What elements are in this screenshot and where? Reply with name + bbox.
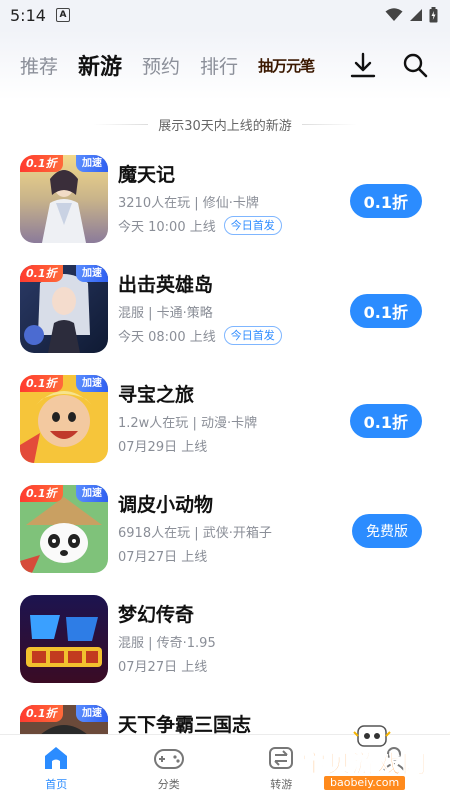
promo-banner[interactable]: 抽万元笔 [258, 54, 327, 76]
game-meta: 混服 | 传奇·1.95 [118, 636, 216, 651]
game-icon[interactable]: 0.1折 加速 [20, 375, 108, 463]
game-icon[interactable]: 0.1折 加速 [20, 155, 108, 243]
promo-text: 抽万元笔 [258, 56, 315, 75]
nav-home-label: 首页 [45, 777, 68, 791]
game-name: 魔天记 [118, 164, 176, 186]
nav-category-label: 分类 [157, 777, 180, 791]
release-date: 07月29日 上线 [118, 440, 208, 455]
release-date: 今天 10:00 上线 [118, 220, 216, 235]
gamepad-icon [153, 748, 184, 769]
game-name: 天下争霸三国志 [118, 714, 252, 736]
nav-profile-label: 我的 [382, 777, 405, 791]
download-icon[interactable] [350, 52, 376, 78]
list-item[interactable]: 梦幻传奇 混服 | 传奇·1.95 07月27日 上线 [0, 588, 450, 688]
discount-button[interactable]: 0.1折 [349, 184, 422, 218]
nav-transfer[interactable]: 转游 [225, 735, 338, 800]
game-icon[interactable]: 0.1折 加速 [20, 485, 108, 573]
speed-tag: 加速 [76, 485, 108, 502]
nav-transfer-label: 转游 [270, 777, 293, 791]
game-icon[interactable] [20, 595, 108, 683]
game-name: 寻宝之旅 [118, 384, 195, 406]
nav-category[interactable]: 分类 [113, 735, 226, 800]
game-art-legend [20, 595, 108, 683]
top-nav: 推荐 新游 预约 排行 抽万元笔 [0, 30, 450, 100]
signal-icon [410, 9, 422, 21]
game-meta: 6918人在玩 | 武侠·开箱子 [118, 526, 272, 541]
status-time: 5:14 [10, 5, 46, 25]
speed-tag: 加速 [76, 265, 108, 282]
game-icon[interactable]: 0.1折 加速 [20, 265, 108, 353]
speed-tag: 加速 [76, 155, 108, 172]
discount-tag: 0.1折 [20, 155, 63, 172]
game-release: 今天 10:00 上线 今日首发 [118, 216, 282, 235]
nav-home[interactable]: 首页 [0, 735, 113, 800]
discount-tag: 0.1折 [20, 705, 63, 722]
discount-tag: 0.1折 [20, 265, 63, 282]
discount-button[interactable]: 0.1折 [349, 404, 422, 438]
notification-icon: A [55, 8, 70, 22]
game-meta: 3210人在玩 | 修仙·卡牌 [118, 196, 259, 211]
first-release-badge: 今日首发 [223, 216, 282, 235]
game-release: 07月29日 上线 [118, 436, 207, 455]
game-meta: 混服 | 卡通·策略 [118, 306, 213, 321]
release-date: 07月27日 上线 [118, 660, 208, 675]
game-release: 07月27日 上线 [118, 546, 207, 565]
wifi-icon [385, 8, 403, 21]
status-bar: 5:14 A [0, 0, 450, 30]
tab-new-games[interactable]: 新游 [78, 49, 122, 81]
user-icon [382, 746, 405, 771]
nav-profile[interactable]: 我的 [338, 735, 450, 800]
game-name: 梦幻传奇 [118, 604, 195, 626]
speed-tag: 加速 [76, 375, 108, 392]
game-name: 调皮小动物 [118, 494, 214, 516]
transfer-icon [269, 746, 294, 769]
list-item[interactable]: 0.1折 加速 寻宝之旅 1.2w人在玩 | 动漫·卡牌 07月29日 上线 0… [0, 368, 450, 468]
home-icon [45, 746, 68, 769]
game-name: 出击英雄岛 [118, 274, 214, 296]
bottom-nav: 首页 分类 转游 我的 [0, 734, 450, 800]
list-item[interactable]: 0.1折 加速 调皮小动物 6918人在玩 | 武侠·开箱子 07月27日 上线… [0, 478, 450, 578]
first-release-badge: 今日首发 [223, 326, 282, 345]
tab-recommend[interactable]: 推荐 [20, 52, 58, 79]
search-icon[interactable] [402, 52, 428, 78]
list-notice: 展示30天内上线的新游 [0, 100, 450, 148]
game-release: 今天 08:00 上线 今日首发 [118, 326, 282, 345]
discount-tag: 0.1折 [20, 485, 63, 502]
battery-icon [429, 7, 438, 23]
release-date: 今天 08:00 上线 [118, 330, 216, 345]
tab-reserve[interactable]: 预约 [142, 52, 180, 79]
game-meta: 1.2w人在玩 | 动漫·卡牌 [118, 416, 258, 431]
discount-button[interactable]: 0.1折 [349, 294, 422, 328]
speed-tag: 加速 [76, 705, 108, 722]
release-date: 07月27日 上线 [118, 550, 208, 565]
tab-ranking[interactable]: 排行 [200, 52, 238, 79]
notice-text: 展示30天内上线的新游 [158, 118, 292, 134]
game-release: 07月27日 上线 [118, 656, 207, 675]
discount-tag: 0.1折 [20, 375, 63, 392]
list-item[interactable]: 0.1折 加速 魔天记 3210人在玩 | 修仙·卡牌 今天 10:00 上线 … [0, 148, 450, 248]
free-version-button[interactable]: 免费版 [352, 514, 422, 548]
list-item[interactable]: 0.1折 加速 出击英雄岛 混服 | 卡通·策略 今天 08:00 上线 今日首… [0, 258, 450, 358]
